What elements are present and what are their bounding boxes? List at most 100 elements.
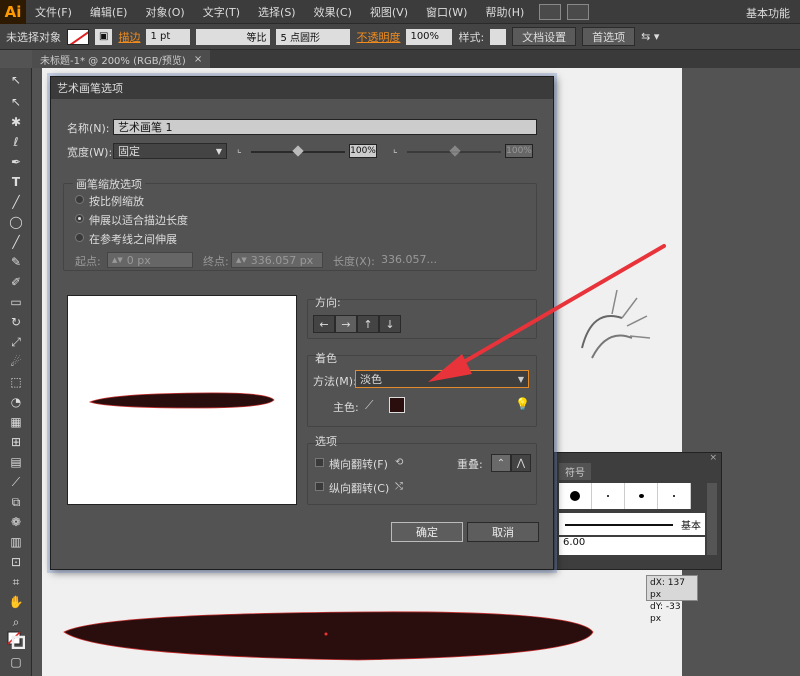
key-color-swatch[interactable] [389,397,405,413]
menu-view[interactable]: 视图(V) [361,4,417,20]
fill-stroke-swatch-icon[interactable] [6,630,26,650]
pen-tool-icon[interactable]: ✒ [6,154,26,170]
type-tool-icon[interactable]: T [6,174,26,190]
menu-window[interactable]: 窗口(W) [417,4,476,20]
dialog-title: 艺术画笔选项 [57,82,123,95]
menu-effect[interactable]: 效果(C) [305,4,361,20]
brush-swatch[interactable] [625,483,658,509]
direction-up-button[interactable]: ↑ [357,315,379,333]
brush-swatch[interactable] [559,483,592,509]
basic-brush-row[interactable]: 基本 [559,513,705,535]
flip-along-checkbox[interactable] [315,458,324,467]
preferences-button[interactable]: 首选项 [582,27,636,46]
artboard-tool-icon[interactable]: ⊡ [6,554,26,570]
overlap-none-button[interactable]: ⋀ [511,454,531,472]
scale-tool-icon[interactable]: ⤢ [6,334,26,350]
width-percent-input[interactable]: 100% [349,144,377,158]
width-slider-knob[interactable] [292,145,304,157]
brush-swatch[interactable] [658,483,691,509]
workspace-switcher[interactable]: 基本功能 [746,5,790,21]
eyedropper-tool-icon[interactable]: ⟋ [6,474,26,490]
panel-menu-icon[interactable]: ⇆ ▾ [641,30,659,43]
stretch-between-guides-radio[interactable] [75,233,84,242]
direct-selection-tool-icon[interactable]: ↖ [6,94,26,110]
opacity-input[interactable]: 100% [406,28,453,45]
menu-file[interactable]: 文件(F) [26,4,81,20]
flip-across-checkbox[interactable] [315,482,324,491]
close-icon[interactable]: × [194,54,202,65]
slice-tool-icon[interactable]: ⌗ [6,574,26,590]
warp-tool-icon[interactable]: ☄ [6,354,26,370]
magic-wand-tool-icon[interactable]: ✱ [6,114,26,130]
stepper-icon: ▲▼ [112,256,123,264]
tips-lightbulb-icon[interactable]: 💡 [515,397,530,411]
brush-definition[interactable]: 5 点圆形 [276,28,351,45]
arrange-documents-icon[interactable] [567,3,590,20]
scale-proportionately-radio[interactable] [75,195,84,204]
eraser-tool-icon[interactable]: ▭ [6,294,26,310]
stroke-weight-input[interactable]: 1 pt [146,28,191,45]
variable-width-profile[interactable]: 等比 [196,28,271,45]
start-input[interactable]: ▲▼ 0 px [107,252,193,268]
cancel-button[interactable]: 取消 [467,522,539,542]
eyedropper-icon[interactable]: ⟋ [365,398,373,413]
lasso-tool-icon[interactable]: ℓ [6,134,26,150]
line-tool-icon[interactable]: ╱ [6,194,26,210]
direction-left-button[interactable]: ← [313,315,335,333]
menu-type[interactable]: 文字(T) [194,4,249,20]
brush-swatch[interactable] [592,483,625,509]
panel-close-icon[interactable]: × [709,453,717,463]
paintbrush-tool-icon[interactable]: ╱ [6,234,26,250]
selection-tool-icon[interactable]: ↖ [6,72,26,88]
ok-button[interactable]: 确定 [391,522,463,542]
menu-select[interactable]: 选择(S) [249,4,305,20]
end-input[interactable]: ▲▼ 336.057 px [231,252,323,268]
blob-brush-tool-icon[interactable]: ✐ [6,274,26,290]
bridge-icon[interactable] [539,3,562,20]
shape-builder-tool-icon[interactable]: ◔ [6,394,26,410]
flip-along-label: 横向翻转(F) [329,458,388,471]
gradient-tool-icon[interactable]: ▤ [6,454,26,470]
overlap-adjust-button[interactable]: ⌃ [491,454,511,472]
perspective-grid-tool-icon[interactable]: ▦ [6,414,26,430]
basic-brush-line [565,524,673,526]
blend-tool-icon[interactable]: ⧉ [6,494,26,510]
art-brush-stroke[interactable] [58,602,598,672]
method-label: 方法(M): [313,375,357,388]
stroke-panel-link[interactable]: 描边 [118,29,140,45]
opacity-panel-link[interactable]: 不透明度 [356,29,400,45]
symbols-tab[interactable]: 符号 [559,463,591,480]
fill-none-swatch[interactable] [67,28,89,45]
name-input[interactable]: 艺术画笔 1 [113,119,537,135]
end-label: 终点: [203,255,229,268]
menu-object[interactable]: 对象(O) [136,4,193,20]
brushes-scrollbar[interactable] [707,483,717,555]
document-setup-button[interactable]: 文档设置 [512,27,577,46]
menu-bar: Ai 文件(F) 编辑(E) 对象(O) 文字(T) 选择(S) 效果(C) 视… [0,0,800,24]
stroke-swatch-icon[interactable]: ▣ [95,28,113,45]
ellipse-tool-icon[interactable]: ◯ [6,214,26,230]
symbol-sprayer-tool-icon[interactable]: ❁ [6,514,26,530]
stretch-to-fit-radio[interactable] [75,214,84,223]
column-graph-tool-icon[interactable]: ▥ [6,534,26,550]
chevron-down-icon: ▼ [215,146,222,156]
rotate-tool-icon[interactable]: ↻ [6,314,26,330]
width-select[interactable]: 固定 ▼ [113,143,227,159]
menu-edit[interactable]: 编辑(E) [81,4,137,20]
dialog-titlebar[interactable]: 艺术画笔选项 [51,77,553,99]
end-value: 336.057 px [250,253,314,267]
menu-help[interactable]: 帮助(H) [476,4,533,20]
graphic-style-swatch[interactable] [490,28,507,45]
direction-down-button[interactable]: ↓ [379,315,401,333]
hand-tool-icon[interactable]: ✋ [6,594,26,610]
free-transform-tool-icon[interactable]: ⬚ [6,374,26,390]
direction-right-button[interactable]: → [335,315,357,333]
document-tab[interactable]: 未标题-1* @ 200% (RGB/预览) × [32,50,211,68]
width-variation-input[interactable]: 100% [505,144,533,158]
method-select[interactable]: 淡色 ▼ [355,370,529,388]
width-variation-knob[interactable] [449,145,461,157]
pencil-tool-icon[interactable]: ✎ [6,254,26,270]
zoom-tool-icon[interactable]: ⌕ [6,614,26,630]
drawing-mode-icon[interactable]: ▢ [6,654,26,670]
mesh-tool-icon[interactable]: ⊞ [6,434,26,450]
